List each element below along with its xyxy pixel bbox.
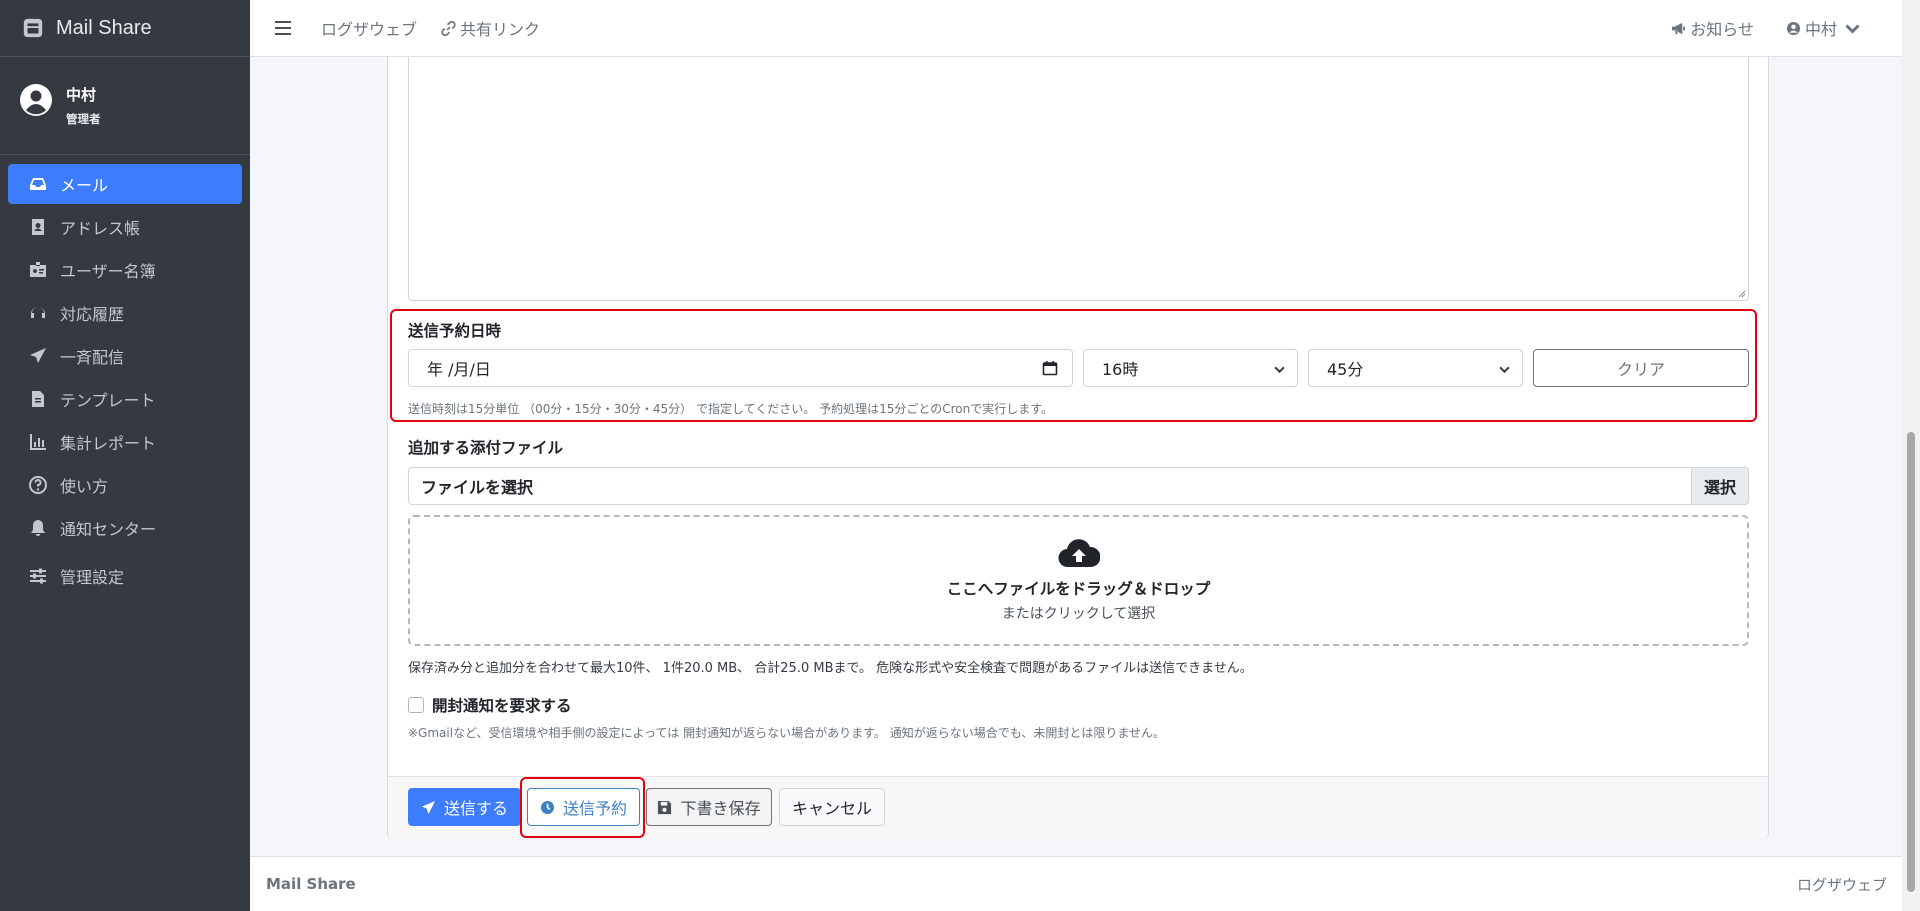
- sidebar-item-mail[interactable]: メール: [8, 164, 242, 204]
- sidebar-item-user-directory[interactable]: ユーザー名簿: [8, 250, 242, 290]
- page-scrollbar[interactable]: [1902, 0, 1920, 911]
- chevron-down-icon: [1274, 366, 1285, 374]
- user-name: 中村: [66, 86, 97, 104]
- minute-value: 45分: [1327, 360, 1364, 379]
- file-input-group[interactable]: ファイルを選択 選択: [408, 467, 1749, 505]
- sidebar-item-template[interactable]: テンプレート: [8, 379, 242, 419]
- sidebar-item-label: アドレス帳: [60, 219, 141, 238]
- sidebar-item-label: テンプレート: [60, 391, 156, 410]
- send-button-label: 送信する: [443, 799, 508, 818]
- schedule-send-button[interactable]: 送信予約: [527, 788, 640, 826]
- mail-logo-icon: [23, 18, 43, 38]
- compose-card: 送信予約日時 年 /月/日 16時 45分 クリア 送信時刻は15分単位 （00…: [387, 57, 1769, 838]
- read-receipt-checkbox[interactable]: [408, 697, 424, 713]
- chevron-down-icon: [1845, 23, 1860, 34]
- megaphone-icon: [1672, 22, 1686, 34]
- cancel-button[interactable]: キャンセル: [779, 788, 885, 826]
- notice-label: お知らせ: [1690, 20, 1754, 39]
- footer-link[interactable]: ログザウェブ: [1797, 874, 1887, 895]
- link-icon: [441, 20, 456, 36]
- top-link-home[interactable]: ログザウェブ: [321, 16, 417, 40]
- hour-value: 16時: [1102, 360, 1139, 379]
- sidebar-item-label: 使い方: [60, 477, 109, 496]
- bell-icon: [31, 520, 45, 536]
- page-footer: Mail Share ログザウェブ: [250, 856, 1902, 911]
- inbox-icon: [30, 178, 46, 190]
- clock-icon: [540, 800, 555, 814]
- attachments-note: 保存済み分と追加分を合わせて最大10件、 1件20.0 MB、 合計25.0 M…: [408, 661, 1253, 676]
- save-draft-button[interactable]: 下書き保存: [646, 788, 772, 826]
- schedule-date-input[interactable]: 年 /月/日: [408, 349, 1073, 387]
- sidebar-nav: メール アドレス帳 ユーザー名簿 対応履歴 一斉配信 テンプレート 集計レポート: [0, 155, 250, 596]
- sidebar-item-label: 通知センター: [60, 520, 157, 539]
- schedule-hour-select[interactable]: 16時: [1083, 349, 1298, 387]
- topbar-right: お知らせ 中村: [1639, 16, 1864, 40]
- sidebar-item-label: 管理設定: [60, 568, 125, 587]
- read-receipt-label[interactable]: 開封通知を要求する: [432, 694, 572, 716]
- sidebar-item-admin-settings[interactable]: 管理設定: [8, 556, 242, 596]
- file-icon: [32, 391, 44, 407]
- sidebar-item-history[interactable]: 対応履歴: [8, 293, 242, 333]
- calendar-icon[interactable]: [1042, 360, 1058, 376]
- schedule-send-label: 送信予約: [562, 799, 627, 818]
- file-input[interactable]: ファイルを選択: [408, 467, 1691, 505]
- paper-plane-icon: [421, 800, 436, 814]
- cloud-upload-icon: [1057, 539, 1101, 568]
- top-link-shared-label: 共有リンク: [460, 20, 541, 39]
- sidebar-item-label: 一斉配信: [60, 348, 125, 367]
- user-role: 管理者: [66, 112, 101, 126]
- dropzone-title: ここへファイルをドラッグ＆ドロップ: [946, 580, 1211, 598]
- notice-link[interactable]: お知らせ: [1671, 16, 1754, 40]
- brand[interactable]: Mail Share: [0, 0, 250, 57]
- user-menu-label: 中村: [1804, 20, 1837, 39]
- send-button[interactable]: 送信する: [408, 788, 521, 826]
- user-menu[interactable]: 中村: [1786, 16, 1864, 40]
- floppy-disk-icon: [658, 800, 672, 814]
- footer-brand: Mail Share: [266, 875, 356, 893]
- menu-toggle-icon[interactable]: [275, 21, 291, 35]
- id-badge-icon: [30, 262, 46, 277]
- sidebar-item-label: 集計レポート: [60, 434, 157, 453]
- chevron-down-icon: [1499, 366, 1510, 374]
- sliders-icon: [30, 568, 46, 584]
- schedule-label: 送信予約日時: [408, 322, 502, 340]
- headset-icon: [31, 307, 45, 318]
- clear-button[interactable]: クリア: [1533, 349, 1749, 387]
- sidebar: Mail Share 中村 管理者 メール アドレス帳 ユーザー名簿 対応履歴: [0, 0, 250, 911]
- browse-button[interactable]: 選択: [1691, 467, 1749, 505]
- schedule-help: 送信時刻は15分単位 （00分・15分・30分・45分） で指定してください。 …: [408, 402, 1054, 416]
- user-circle-icon: [1786, 21, 1801, 35]
- sidebar-item-report[interactable]: 集計レポート: [8, 422, 242, 462]
- sidebar-item-help[interactable]: 使い方: [8, 465, 242, 505]
- sidebar-item-notifications[interactable]: 通知センター: [8, 508, 242, 548]
- sidebar-item-label: 対応履歴: [60, 305, 125, 324]
- read-receipt-note: ※Gmailなど、受信環境や相手側の設定によっては 開封通知が返らない場合があり…: [408, 726, 1165, 740]
- user-panel[interactable]: 中村 管理者: [0, 57, 250, 155]
- topbar: ログザウェブ 共有リンク お知らせ 中村: [250, 0, 1902, 57]
- body-textarea[interactable]: [408, 57, 1749, 301]
- scrollbar-thumb[interactable]: [1907, 432, 1915, 892]
- question-circle-icon: [29, 476, 47, 494]
- attachments-label: 追加する添付ファイル: [408, 439, 564, 457]
- brand-name: Mail Share: [56, 16, 152, 39]
- sidebar-item-label: ユーザー名簿: [60, 262, 156, 281]
- save-draft-label: 下書き保存: [680, 799, 761, 818]
- schedule-minute-select[interactable]: 45分: [1308, 349, 1523, 387]
- address-book-icon: [32, 219, 44, 235]
- resize-handle-icon[interactable]: [1738, 290, 1746, 298]
- action-bar: 送信する 送信予約 下書き保存 キャンセル: [388, 776, 1768, 838]
- sidebar-item-address-book[interactable]: アドレス帳: [8, 207, 242, 247]
- sidebar-item-label: メール: [60, 176, 109, 195]
- file-dropzone[interactable]: ここへファイルをドラッグ＆ドロップ またはクリックして選択: [408, 515, 1749, 646]
- chart-icon: [30, 434, 46, 450]
- user-avatar-icon: [20, 83, 52, 116]
- top-link-shared[interactable]: 共有リンク: [441, 16, 540, 40]
- date-placeholder: 年 /月/日: [427, 360, 491, 379]
- dropzone-subtitle: またはクリックして選択: [1001, 606, 1156, 622]
- sidebar-item-broadcast[interactable]: 一斉配信: [8, 336, 242, 376]
- paper-plane-icon: [30, 348, 46, 363]
